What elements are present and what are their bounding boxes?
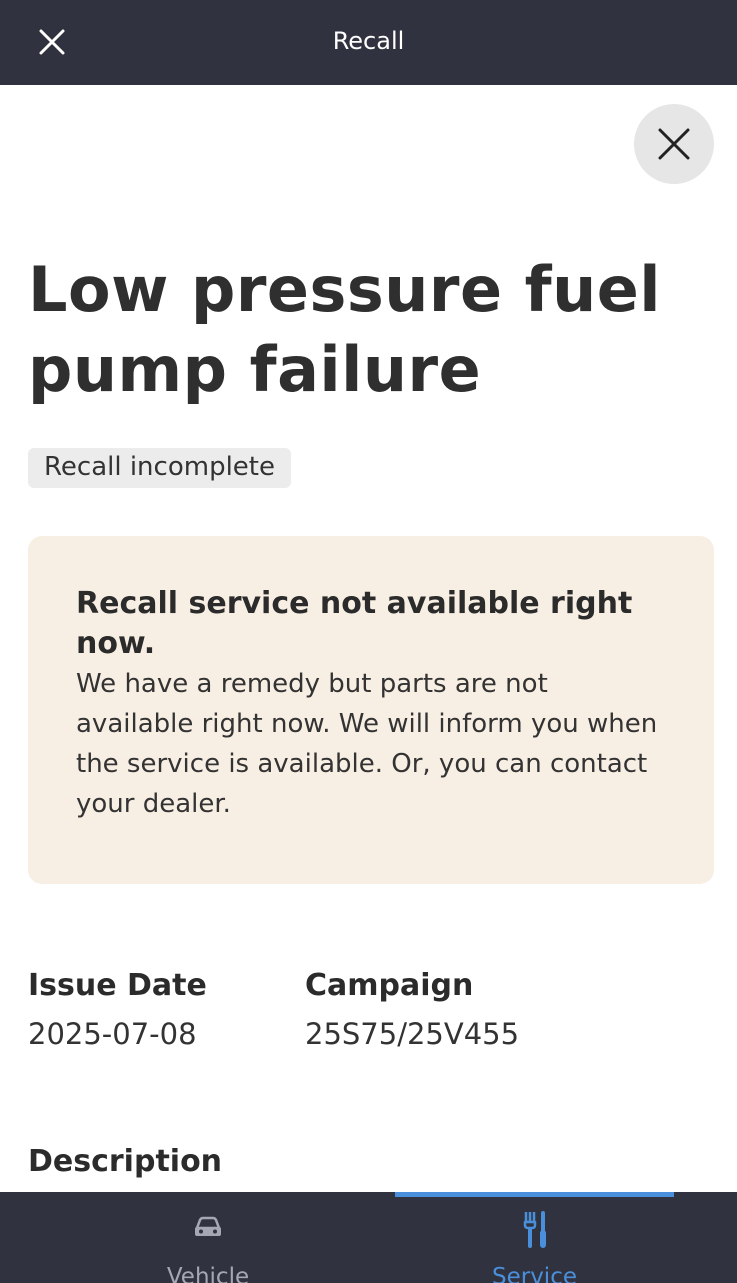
campaign-value: 25S75/25V455 [305,1017,520,1051]
issue-date-label: Issue Date [28,968,207,1003]
top-bar: Recall [0,0,737,85]
alert-card: Recall service not available right now. … [28,536,714,884]
description-heading: Description [28,1144,223,1179]
tab-service-label: Service [491,1264,577,1283]
issue-date-block: Issue Date 2025-07-08 [28,966,207,1054]
campaign-block: Campaign 25S75/25V455 [305,966,519,1054]
status-badge: Recall incomplete [28,448,291,488]
tab-service[interactable]: Service [395,1192,674,1283]
car-icon [195,1216,221,1236]
alert-body: We have a remedy but parts are not avail… [76,669,658,819]
issue-date-value: 2025-07-08 [28,1017,197,1051]
active-tab-indicator [395,1192,674,1197]
alert-heading: Recall service not available right now. [76,586,633,661]
dismiss-button[interactable] [634,104,714,184]
tab-vehicle[interactable]: Vehicle [80,1192,336,1283]
tab-vehicle-label: Vehicle [166,1264,250,1283]
page-title: Low pressure fuel pump failure [28,253,662,406]
header-title: Recall [332,27,405,55]
campaign-label: Campaign [305,968,474,1003]
close-icon [658,128,690,160]
tools-icon [523,1211,546,1248]
bottom-nav: Vehicle Service [0,1192,737,1283]
